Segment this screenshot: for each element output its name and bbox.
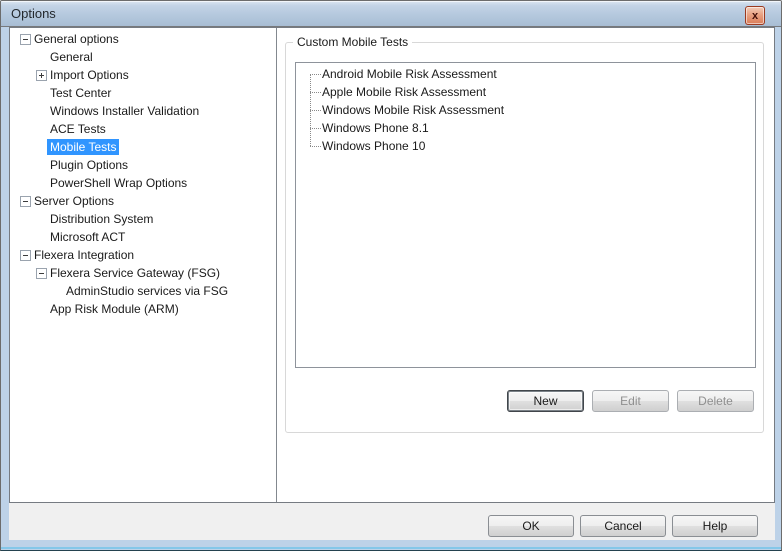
list-item-label: Windows Phone 8.1 — [322, 121, 429, 135]
list-item-label: Windows Mobile Risk Assessment — [322, 103, 504, 117]
tree-item[interactable]: Flexera Service Gateway (FSG) — [10, 264, 276, 282]
tree-item-label: Mobile Tests — [47, 139, 119, 155]
tree-item[interactable]: Mobile Tests — [10, 138, 276, 156]
close-icon[interactable]: x — [745, 6, 765, 25]
tree-item[interactable]: General — [10, 48, 276, 66]
help-button[interactable]: Help — [672, 515, 758, 537]
tree-item-label: Server Options — [31, 193, 117, 209]
list-item[interactable]: Android Mobile Risk Assessment — [296, 65, 755, 83]
list-item[interactable]: Windows Phone 10 — [296, 137, 755, 155]
custom-mobile-tests-groupbox: Custom Mobile Tests Android Mobile Risk … — [285, 42, 764, 433]
tree-item[interactable]: Test Center — [10, 84, 276, 102]
edit-button[interactable]: Edit — [592, 390, 669, 412]
tree-item-label: Distribution System — [47, 211, 156, 227]
list-item-label: Windows Phone 10 — [322, 139, 425, 153]
mobile-tests-list[interactable]: Android Mobile Risk Assessment Apple Mob… — [295, 62, 756, 368]
tree-item[interactable]: PowerShell Wrap Options — [10, 174, 276, 192]
tree-item[interactable]: Windows Installer Validation — [10, 102, 276, 120]
tree-item-label: Flexera Integration — [31, 247, 137, 263]
tree-item[interactable]: Microsoft ACT — [10, 228, 276, 246]
tree-item[interactable]: Distribution System — [10, 210, 276, 228]
expander-icon[interactable] — [20, 196, 31, 207]
list-action-buttons: New Edit Delete — [507, 390, 754, 412]
delete-button[interactable]: Delete — [677, 390, 754, 412]
new-button[interactable]: New — [507, 390, 584, 412]
tree-item-label: Flexera Service Gateway (FSG) — [47, 265, 223, 281]
tree-item-label: Windows Installer Validation — [47, 103, 202, 119]
tree-item-label: General — [47, 49, 96, 65]
expander-icon[interactable] — [20, 250, 31, 261]
list-item[interactable]: Apple Mobile Risk Assessment — [296, 83, 755, 101]
list-item-label: Apple Mobile Risk Assessment — [322, 85, 486, 99]
tree-item-label: Import Options — [47, 67, 132, 83]
tree-item-label: Microsoft ACT — [47, 229, 128, 245]
tree-item[interactable]: ACE Tests — [10, 120, 276, 138]
options-tree[interactable]: General options General Import Options T… — [10, 28, 277, 502]
tree-item[interactable]: Import Options — [10, 66, 276, 84]
tree-item-label: Plugin Options — [47, 157, 131, 173]
tree-item[interactable]: App Risk Module (ARM) — [10, 300, 276, 318]
tree-item[interactable]: AdminStudio services via FSG — [10, 282, 276, 300]
list-item[interactable]: Windows Mobile Risk Assessment — [296, 101, 755, 119]
list-item-label: Android Mobile Risk Assessment — [322, 67, 497, 81]
options-dialog: Options x General options General Import… — [0, 0, 782, 551]
tree-item-label: ACE Tests — [47, 121, 109, 137]
expander-icon[interactable] — [36, 70, 47, 81]
list-item[interactable]: Windows Phone 8.1 — [296, 119, 755, 137]
ok-button[interactable]: OK — [488, 515, 574, 537]
titlebar[interactable]: Options x — [1, 1, 781, 27]
window-title: Options — [11, 6, 56, 21]
tree-item[interactable]: Flexera Integration — [10, 246, 276, 264]
tree-item-label: PowerShell Wrap Options — [47, 175, 190, 191]
tree-item-label: App Risk Module (ARM) — [47, 301, 182, 317]
tree-item-label: General options — [31, 31, 122, 47]
expander-icon[interactable] — [20, 34, 31, 45]
cancel-button[interactable]: Cancel — [580, 515, 666, 537]
tree-item[interactable]: General options — [10, 30, 276, 48]
tree-item-label: Test Center — [47, 85, 114, 101]
tree-item[interactable]: Plugin Options — [10, 156, 276, 174]
window-border-glow — [1, 547, 781, 549]
expander-icon[interactable] — [36, 268, 47, 279]
tree-item[interactable]: Server Options — [10, 192, 276, 210]
dialog-content: General options General Import Options T… — [9, 27, 775, 503]
tree-item-label: AdminStudio services via FSG — [63, 283, 231, 299]
dialog-footer: OK Cancel Help — [9, 503, 775, 540]
groupbox-title: Custom Mobile Tests — [293, 35, 412, 49]
